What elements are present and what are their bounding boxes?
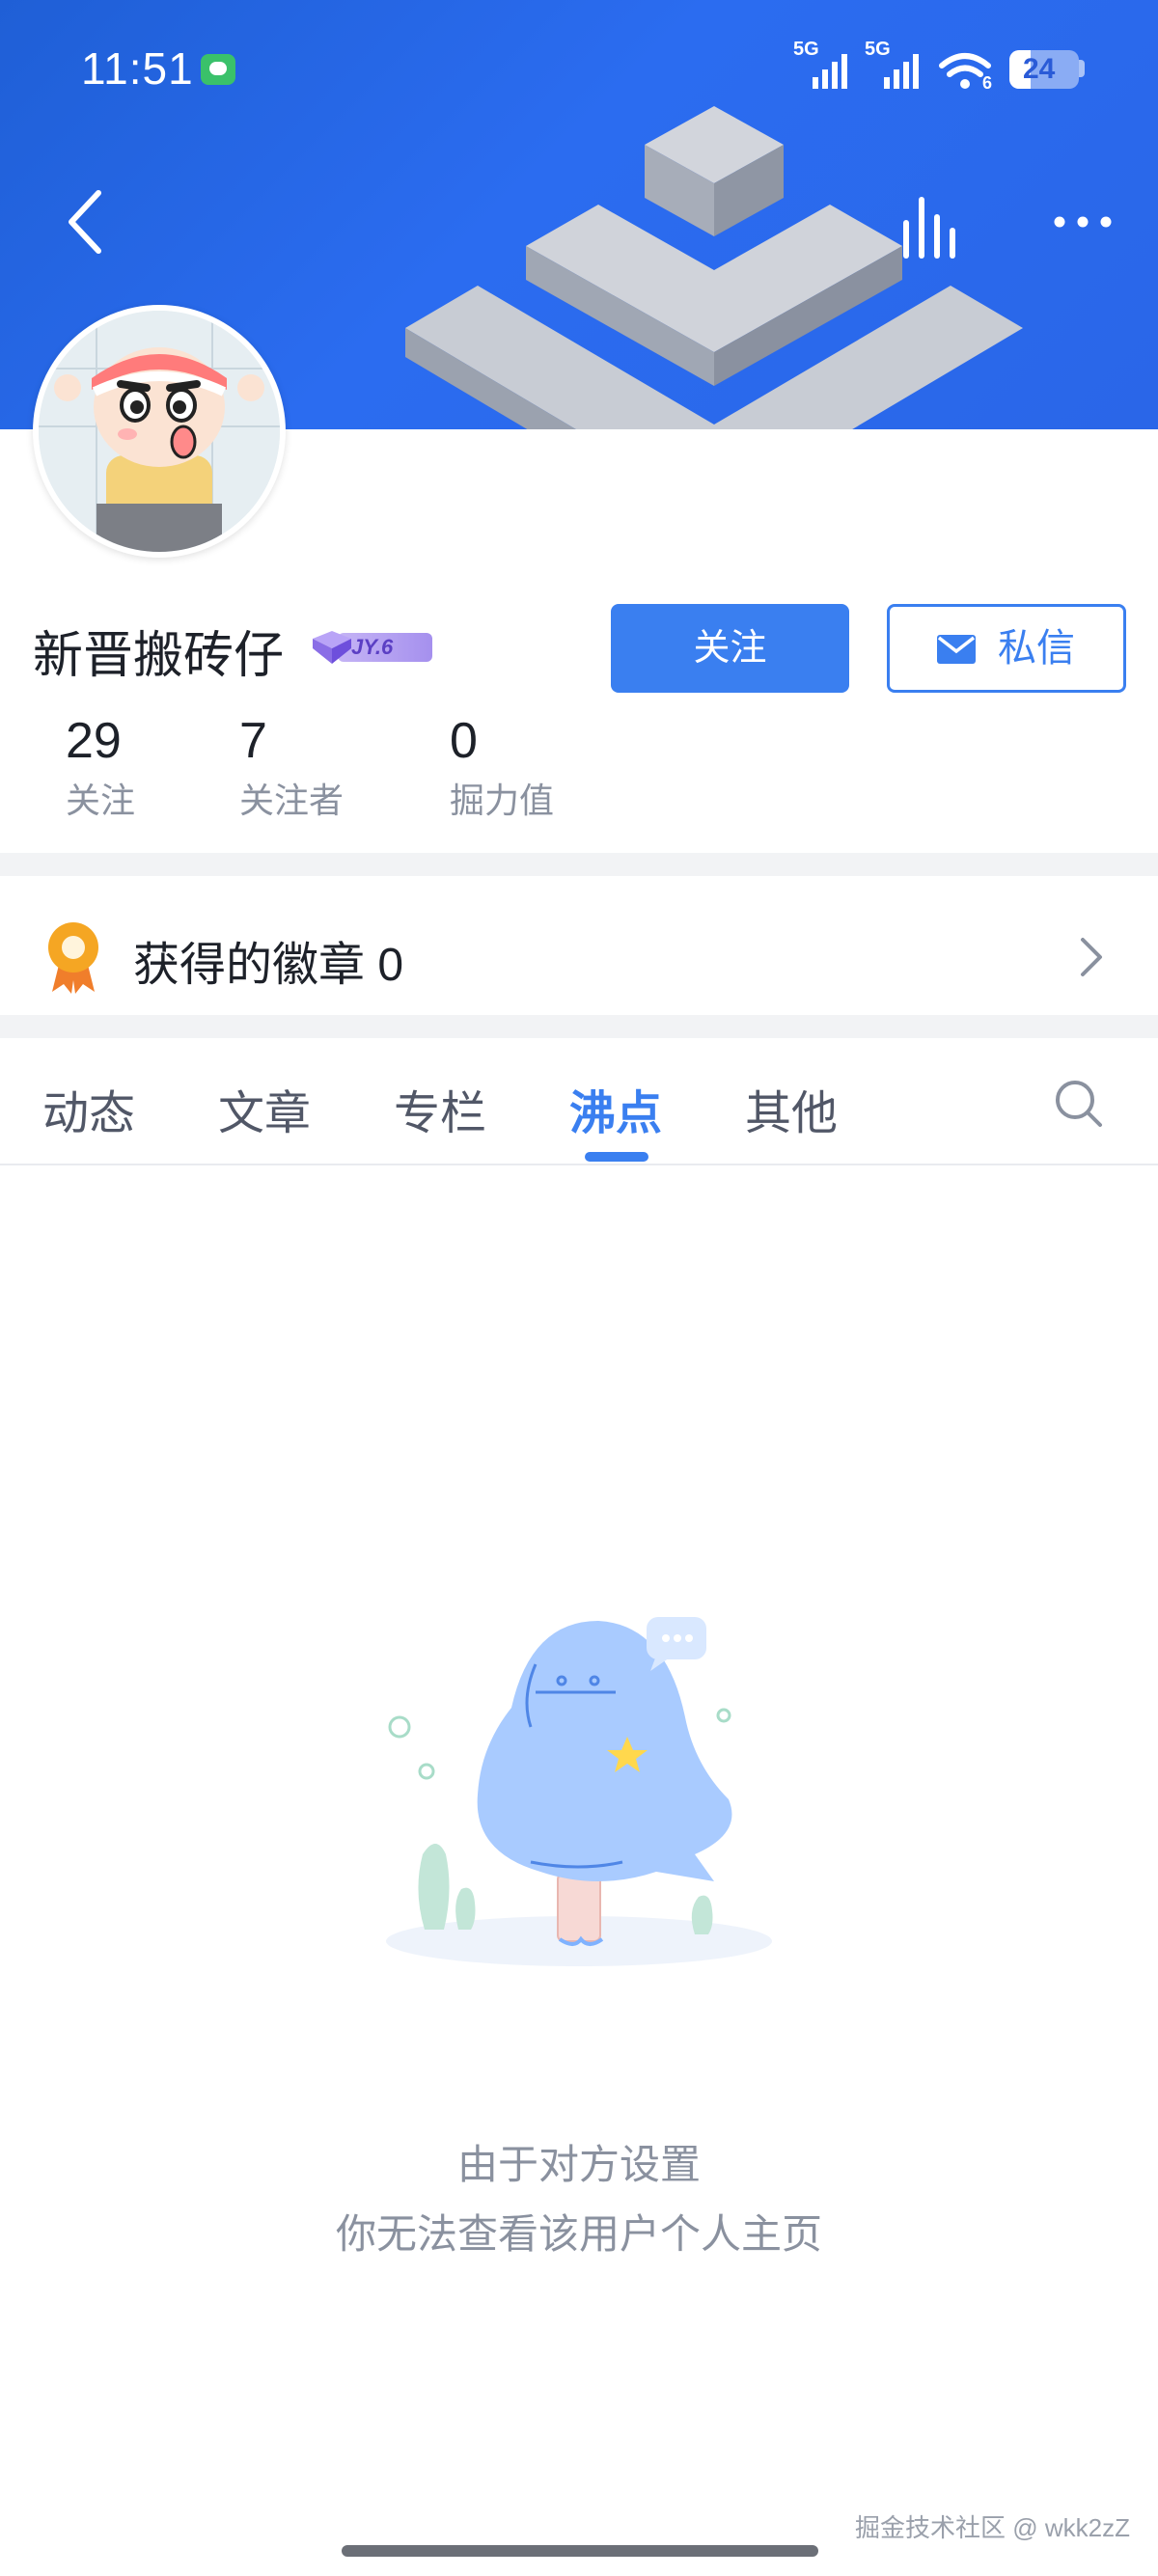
battery-level: 24 <box>1023 53 1056 85</box>
status-time: 11:51 <box>81 43 194 94</box>
badges-row[interactable]: 获得的徽章 0 <box>0 876 1158 1038</box>
badges-label: 获得的徽章 0 <box>133 940 404 991</box>
avatar-cartoon-image <box>39 311 280 552</box>
chevron-right-icon <box>1081 938 1102 976</box>
stat-value: 29 <box>66 713 122 769</box>
section-divider <box>0 853 1158 876</box>
section-divider <box>0 1015 1158 1038</box>
battery-icon: 24 <box>1009 50 1079 89</box>
stat-label: 掘力值 <box>450 781 555 820</box>
tab-pins[interactable]: 沸点 <box>569 1075 662 1142</box>
watermark: 掘金技术社区 @ wkk2zZ <box>855 2513 1130 2542</box>
user-name: 新晋搬砖仔 <box>33 628 285 684</box>
wifi-sub-label: 6 <box>982 73 993 93</box>
search-icon[interactable] <box>1052 1077 1106 1131</box>
profile-tabs: 动态 文章 专栏 沸点 其他 <box>0 1038 1158 1165</box>
tab-other[interactable]: 其他 <box>745 1075 838 1142</box>
active-tab-indicator <box>585 1152 648 1162</box>
level-badge[interactable]: JY.6 <box>309 627 432 666</box>
tab-articles[interactable]: 文章 <box>218 1075 311 1142</box>
signal-bars-icon <box>813 54 847 89</box>
stat-following[interactable]: 29 关注 <box>66 710 135 826</box>
tab-activity[interactable]: 动态 <box>42 1075 135 1142</box>
home-indicator[interactable] <box>342 2545 818 2557</box>
stat-label: 关注者 <box>239 781 345 820</box>
more-options-icon[interactable] <box>1052 203 1114 241</box>
stat-followers[interactable]: 7 关注者 <box>239 710 344 826</box>
stat-value: 7 <box>239 713 267 769</box>
tab-columns[interactable]: 专栏 <box>394 1075 486 1142</box>
battery-tip <box>1079 60 1085 77</box>
message-button[interactable]: 私信 <box>887 604 1126 693</box>
mail-icon <box>937 635 976 664</box>
status-bar: 11:51 5G 5G 6 24 <box>0 0 1158 135</box>
signal-bars-icon <box>884 54 919 89</box>
stat-power[interactable]: 0 掘力值 <box>450 710 554 826</box>
wechat-notification-icon <box>201 54 235 85</box>
empty-state-line-1: 由于对方设置 <box>456 2142 701 2187</box>
message-button-label: 私信 <box>998 627 1075 670</box>
medal-icon <box>48 922 98 994</box>
empty-state-line-2: 你无法查看该用户个人主页 <box>335 2211 822 2257</box>
empty-state-illustration <box>386 1617 772 1966</box>
back-icon[interactable] <box>58 183 116 260</box>
avatar[interactable] <box>33 305 286 558</box>
stat-label: 关注 <box>66 781 136 820</box>
follow-button[interactable]: 关注 <box>611 604 849 693</box>
stat-value: 0 <box>450 713 478 769</box>
statistics-icon[interactable] <box>897 193 961 260</box>
level-gem-icon <box>313 631 351 664</box>
